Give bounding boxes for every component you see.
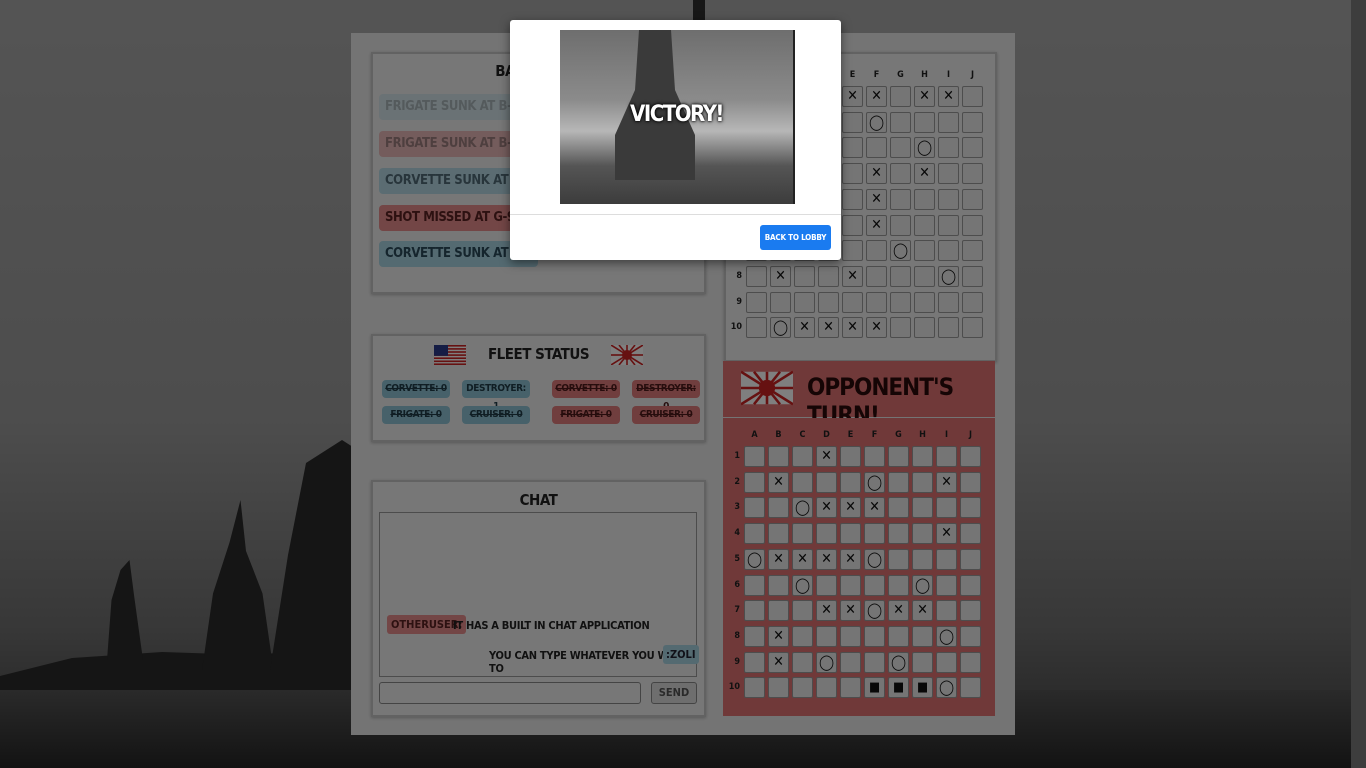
back-to-lobby-button[interactable]: BACK TO LOBBY	[760, 225, 831, 250]
victory-modal: VICTORY! BACK TO LOBBY	[510, 20, 841, 260]
victory-image: VICTORY!	[560, 30, 795, 204]
modal-divider	[510, 214, 841, 215]
victory-heading: VICTORY!	[630, 102, 724, 127]
